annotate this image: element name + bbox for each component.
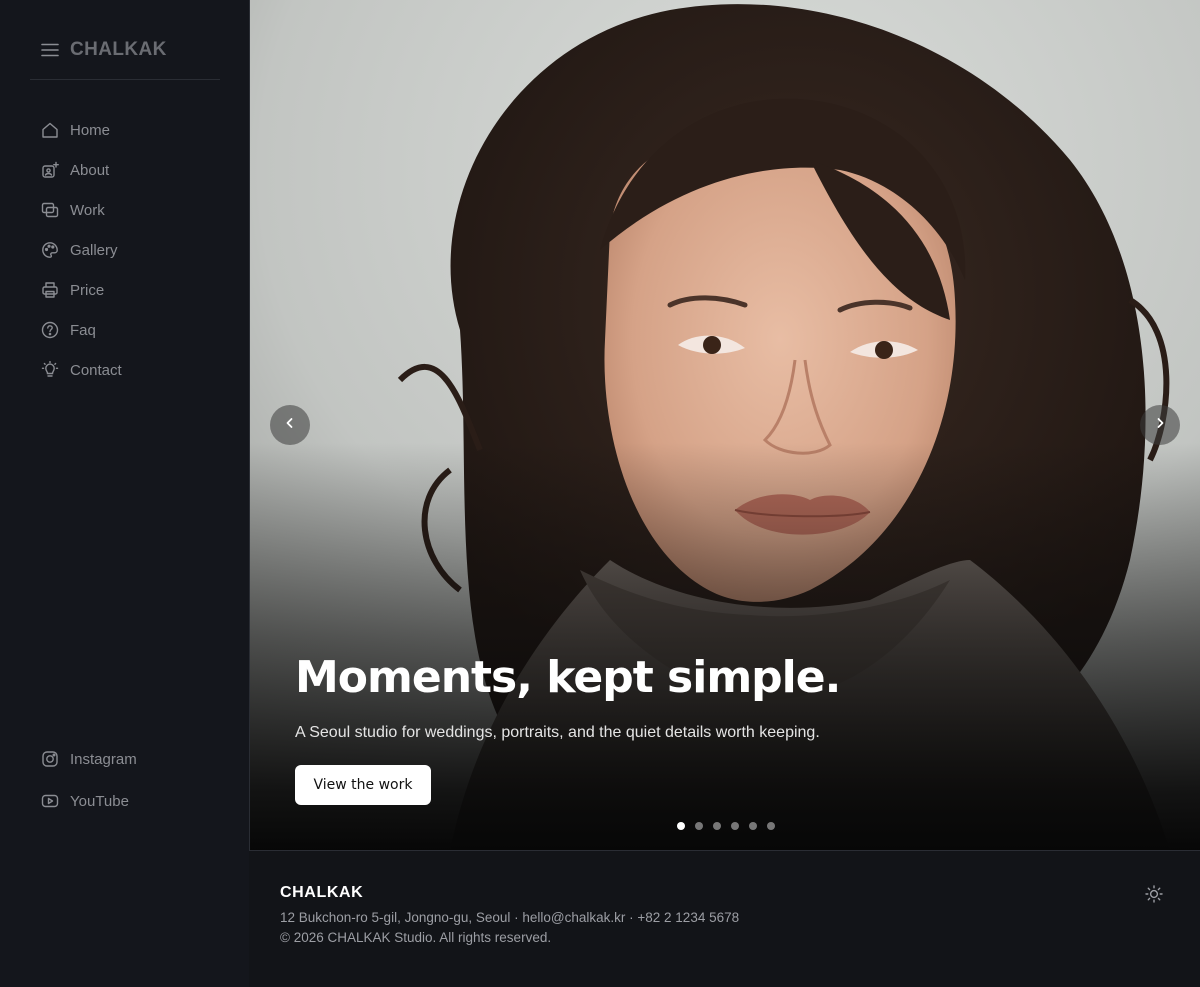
slide-dot[interactable]: [731, 822, 739, 830]
social-item-instagram[interactable]: Instagram: [30, 738, 220, 780]
nav-item-faq[interactable]: Faq: [30, 310, 220, 350]
view-work-button[interactable]: View the work: [295, 765, 431, 805]
nav-label: Home: [70, 121, 111, 139]
footer-contact: 12 Bukchon-ro 5-gil, Jongno-gu, Seoul · …: [280, 910, 740, 925]
social-label: Instagram: [70, 750, 137, 768]
nav-item-contact[interactable]: Contact: [30, 350, 220, 390]
nav-item-about[interactable]: About: [30, 150, 220, 190]
chevron-right-icon: [1154, 416, 1166, 434]
social-links: Instagram YouTube: [30, 738, 220, 822]
sidebar: CHALKAK Home About Work Gallery Price Fa…: [0, 0, 249, 987]
about-icon: [40, 160, 60, 180]
main-nav: Home About Work Gallery Price Faq Contac…: [30, 110, 220, 390]
sidebar-header: CHALKAK: [30, 20, 220, 80]
footer-brand: CHALKAK: [280, 884, 364, 901]
nav-label: About: [70, 161, 110, 179]
slide-dot[interactable]: [695, 822, 703, 830]
brand-logo[interactable]: CHALKAK: [70, 39, 167, 61]
prev-slide-button[interactable]: [270, 405, 310, 445]
instagram-icon: [40, 749, 60, 769]
slide-indicators: [677, 822, 785, 830]
nav-item-gallery[interactable]: Gallery: [30, 230, 220, 270]
slide-dot[interactable]: [713, 822, 721, 830]
question-circle-icon: [40, 320, 60, 340]
nav-label: Faq: [70, 321, 96, 339]
hamburger-menu-icon[interactable]: [40, 40, 60, 60]
chevron-left-icon: [284, 416, 296, 434]
next-slide-button[interactable]: [1140, 405, 1180, 445]
palette-icon: [40, 240, 60, 260]
slide-dot[interactable]: [749, 822, 757, 830]
nav-label: Price: [70, 281, 105, 299]
home-icon: [40, 120, 60, 140]
nav-label: Contact: [70, 361, 122, 379]
hero-slider: Moments, kept simple. A Seoul studio for…: [249, 0, 1200, 851]
nav-item-work[interactable]: Work: [30, 190, 220, 230]
sun-icon: [1145, 884, 1163, 908]
youtube-icon: [40, 791, 60, 811]
nav-item-price[interactable]: Price: [30, 270, 220, 310]
slide-dot[interactable]: [767, 822, 775, 830]
work-icon: [40, 200, 60, 220]
nav-label: Work: [70, 201, 105, 219]
footer: CHALKAK 12 Bukchon-ro 5-gil, Jongno-gu, …: [280, 884, 1180, 945]
social-item-youtube[interactable]: YouTube: [30, 780, 220, 822]
social-label: YouTube: [70, 792, 129, 810]
theme-toggle-button[interactable]: [1142, 884, 1166, 908]
slide-dot[interactable]: [677, 822, 685, 830]
nav-item-home[interactable]: Home: [30, 110, 220, 150]
hero-subtitle: A Seoul studio for weddings, portraits, …: [295, 724, 820, 741]
footer-copyright: © 2026 CHALKAK Studio. All rights reserv…: [280, 930, 552, 945]
printer-icon: [40, 280, 60, 300]
lightbulb-icon: [40, 360, 60, 380]
nav-label: Gallery: [70, 241, 118, 259]
hero-title: Moments, kept simple.: [295, 652, 841, 703]
